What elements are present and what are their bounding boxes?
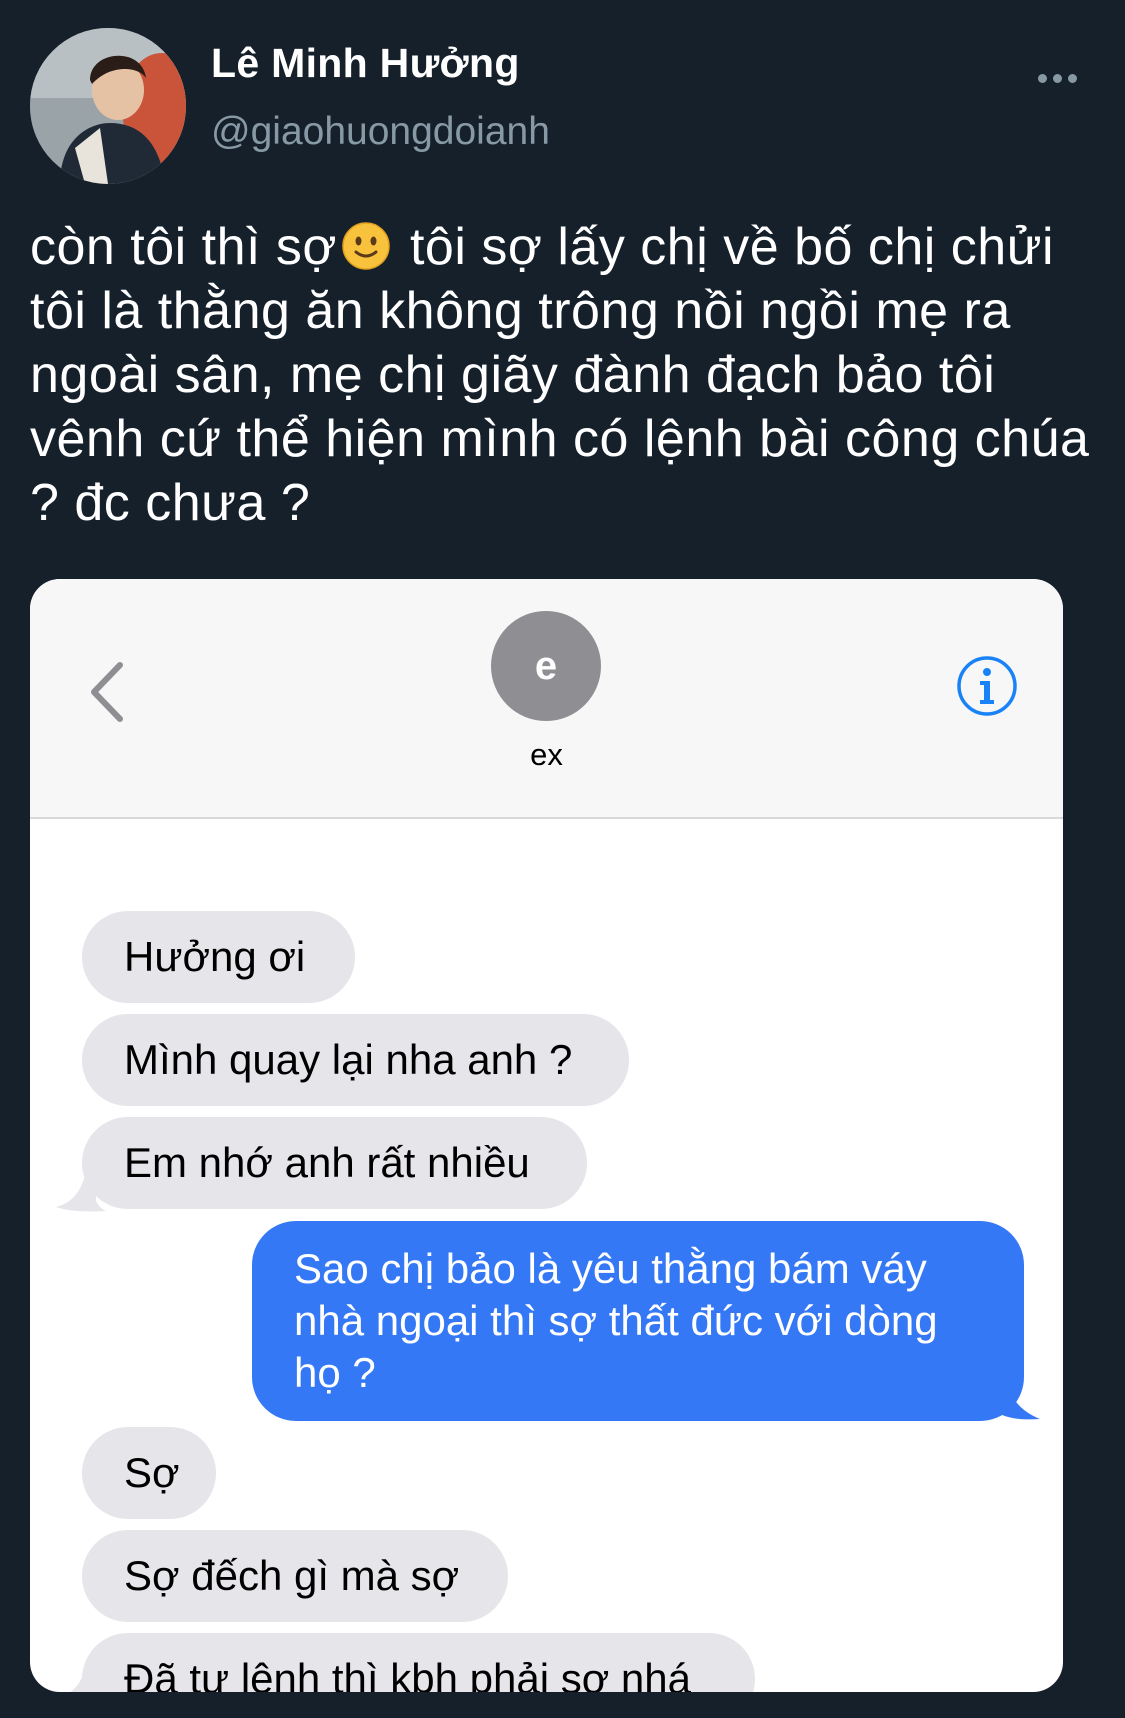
avatar[interactable] [30,28,186,184]
received-message[interactable]: Mình quay lại nha anh ? [82,1014,629,1106]
attached-image[interactable]: e ex Hưởng ơi Mình quay lại nha anh ? Em… [30,579,1063,1692]
contact-initial: e [534,643,558,688]
received-message[interactable]: Sợ [82,1427,216,1519]
received-message[interactable]: Hưởng ơi [82,911,355,1003]
slightly-smiling-face-icon [342,222,390,270]
contact-avatar[interactable]: e [491,611,601,721]
dot [1053,73,1062,83]
user-handle[interactable]: @giaohuongdoianh [211,110,550,154]
message-thread: Hưởng ơi Mình quay lại nha anh ? Em nhớ … [30,819,1063,1692]
received-message[interactable]: Em nhớ anh rất nhiều [82,1117,587,1209]
dot [1068,73,1077,83]
messages-header: e ex [30,579,1063,819]
dot [1038,73,1047,83]
more-options-icon[interactable] [1038,66,1086,90]
info-icon[interactable] [956,655,1018,717]
back-chevron-icon[interactable] [82,657,132,727]
display-name[interactable]: Lê Minh Hưởng [211,40,520,87]
tweet-text-start: còn tôi thì sợ [30,218,338,276]
bubble-tail [56,1171,106,1212]
contact-name[interactable]: ex [30,737,1063,773]
avatar-photo [30,28,186,184]
bubble-tail [998,1377,1040,1420]
tweet-text: còn tôi thì sợ tôi sợ lấy chị về bố chị … [30,215,1100,535]
received-message[interactable]: Sợ đếch gì mà sợ [82,1530,508,1622]
bubble-tail [70,1665,96,1692]
received-message[interactable]: Đã tư lệnh thì kbh phải sợ nhá [82,1633,755,1692]
sent-message[interactable]: Sao chị bảo là yêu thằng bám váy nhà ngo… [252,1221,1024,1421]
